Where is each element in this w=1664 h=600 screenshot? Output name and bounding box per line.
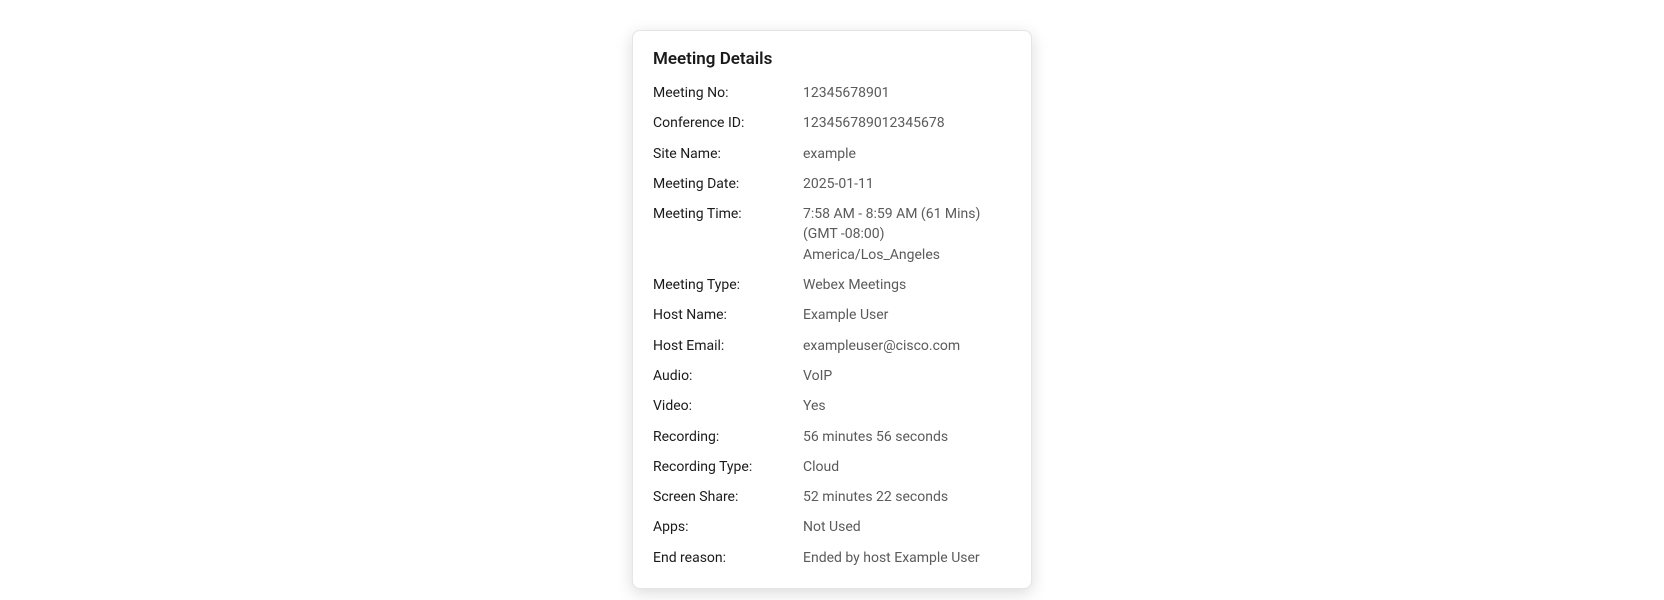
value-video: Yes <box>803 396 1011 416</box>
row-audio: Audio: VoIP <box>653 366 1011 386</box>
row-host-name: Host Name: Example User <box>653 305 1011 325</box>
label-conference-id: Conference ID: <box>653 113 803 133</box>
label-meeting-no: Meeting No: <box>653 83 803 103</box>
value-recording-type: Cloud <box>803 457 1011 477</box>
row-meeting-date: Meeting Date: 2025-01-11 <box>653 174 1011 194</box>
label-screen-share: Screen Share: <box>653 487 803 507</box>
row-meeting-time: Meeting Time: 7:58 AM - 8:59 AM (61 Mins… <box>653 204 1011 265</box>
row-screen-share: Screen Share: 52 minutes 22 seconds <box>653 487 1011 507</box>
value-audio: VoIP <box>803 366 1011 386</box>
label-host-name: Host Name: <box>653 305 803 325</box>
row-recording-type: Recording Type: Cloud <box>653 457 1011 477</box>
label-meeting-time: Meeting Time: <box>653 204 803 224</box>
value-end-reason: Ended by host Example User <box>803 548 1011 568</box>
value-host-name: Example User <box>803 305 1011 325</box>
label-video: Video: <box>653 396 803 416</box>
value-recording: 56 minutes 56 seconds <box>803 427 1011 447</box>
value-meeting-date: 2025-01-11 <box>803 174 1011 194</box>
row-host-email: Host Email: exampleuser@cisco.com <box>653 336 1011 356</box>
label-audio: Audio: <box>653 366 803 386</box>
row-conference-id: Conference ID: 123456789012345678 <box>653 113 1011 133</box>
label-meeting-date: Meeting Date: <box>653 174 803 194</box>
label-apps: Apps: <box>653 517 803 537</box>
label-meeting-type: Meeting Type: <box>653 275 803 295</box>
value-meeting-no: 12345678901 <box>803 83 1011 103</box>
row-site-name: Site Name: example <box>653 144 1011 164</box>
label-recording: Recording: <box>653 427 803 447</box>
value-site-name: example <box>803 144 1011 164</box>
label-site-name: Site Name: <box>653 144 803 164</box>
label-host-email: Host Email: <box>653 336 803 356</box>
row-video: Video: Yes <box>653 396 1011 416</box>
value-screen-share: 52 minutes 22 seconds <box>803 487 1011 507</box>
row-meeting-type: Meeting Type: Webex Meetings <box>653 275 1011 295</box>
value-meeting-type: Webex Meetings <box>803 275 1011 295</box>
value-conference-id: 123456789012345678 <box>803 113 1011 133</box>
card-title: Meeting Details <box>653 49 1011 69</box>
value-host-email: exampleuser@cisco.com <box>803 336 1011 356</box>
row-end-reason: End reason: Ended by host Example User <box>653 548 1011 568</box>
row-recording: Recording: 56 minutes 56 seconds <box>653 427 1011 447</box>
row-apps: Apps: Not Used <box>653 517 1011 537</box>
value-apps: Not Used <box>803 517 1011 537</box>
label-end-reason: End reason: <box>653 548 803 568</box>
meeting-details-card: Meeting Details Meeting No: 12345678901 … <box>632 30 1032 589</box>
label-recording-type: Recording Type: <box>653 457 803 477</box>
row-meeting-no: Meeting No: 12345678901 <box>653 83 1011 103</box>
value-meeting-time: 7:58 AM - 8:59 AM (61 Mins) (GMT -08:00)… <box>803 204 1011 265</box>
